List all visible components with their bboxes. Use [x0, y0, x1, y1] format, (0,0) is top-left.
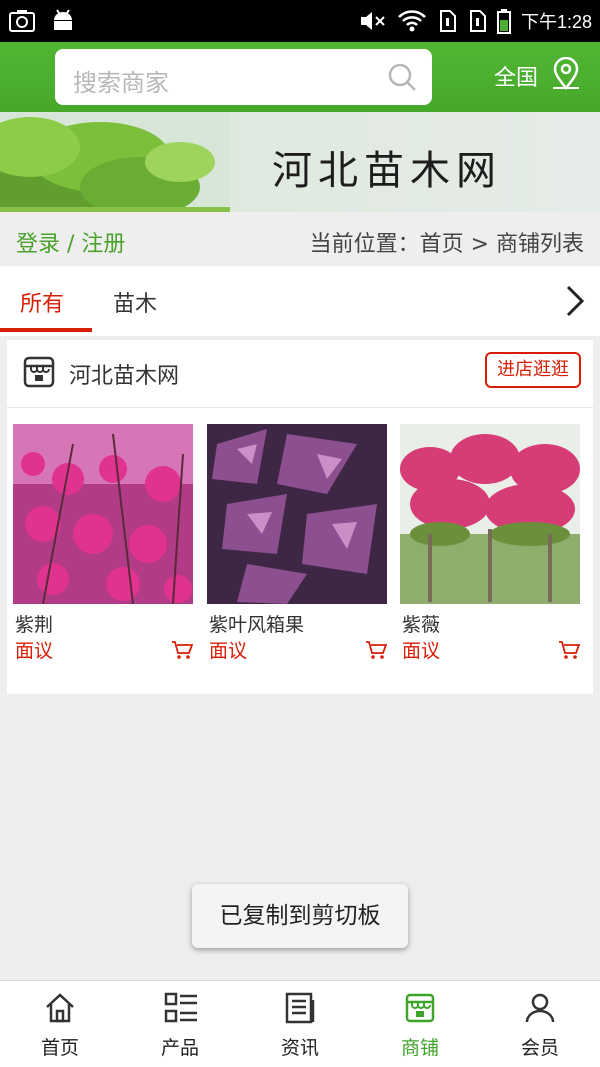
sim1-icon — [439, 10, 456, 32]
add-to-cart-icon[interactable] — [558, 640, 580, 660]
add-to-cart-icon[interactable] — [365, 640, 387, 660]
home-icon — [46, 993, 74, 1023]
nav-member[interactable]: 会员 — [480, 981, 600, 1067]
top-header: 搜索商家 全国 — [0, 42, 600, 112]
nav-shops[interactable]: 商铺 — [360, 981, 480, 1067]
list-icon — [164, 992, 197, 1023]
tab-all[interactable]: 所有 — [20, 286, 64, 318]
product-image[interactable] — [13, 424, 193, 605]
product-item[interactable]: 紫荆 面议 — [13, 424, 193, 662]
search-placeholder: 搜索商家 — [73, 69, 169, 97]
shop-name[interactable]: 河北苗木网 — [69, 358, 179, 390]
product-name[interactable]: 紫荆 — [15, 610, 53, 637]
news-icon — [285, 992, 315, 1024]
search-input[interactable]: 搜索商家 — [55, 49, 432, 105]
active-tab-indicator — [0, 328, 92, 332]
tab-seedlings[interactable]: 苗木 — [113, 286, 157, 318]
sim2-icon — [469, 10, 486, 32]
product-image[interactable] — [207, 424, 387, 604]
nav-news-label: 资讯 — [280, 1037, 319, 1059]
enter-shop-button[interactable]: 进店逛逛 — [485, 352, 581, 388]
category-tabs: 所有 苗木 — [0, 266, 600, 336]
product-image[interactable] — [400, 424, 580, 604]
product-item[interactable]: 紫叶风箱果 面议 — [207, 424, 387, 662]
nav-home[interactable]: 首页 — [0, 981, 120, 1067]
search-icon[interactable] — [386, 61, 418, 93]
chevron-right-icon[interactable] — [562, 284, 588, 318]
nav-home-label: 首页 — [40, 1037, 79, 1059]
android-icon — [54, 9, 72, 30]
banner: 河北苗木网 — [0, 112, 600, 212]
shop-header: 河北苗木网 进店逛逛 — [7, 340, 593, 408]
location-icon[interactable] — [551, 57, 581, 91]
login-register-link[interactable]: 登录 / 注册 — [16, 226, 125, 258]
product-item[interactable]: 紫薇 面议 — [400, 424, 580, 662]
bottom-nav: 首页 产品 资讯 商铺 会员 — [0, 980, 600, 1067]
nav-news[interactable]: 资讯 — [240, 981, 360, 1067]
toast-message: 已复制到剪切板 — [192, 884, 408, 948]
mute-icon — [360, 12, 385, 30]
nav-products-label: 产品 — [160, 1037, 199, 1059]
nav-products[interactable]: 产品 — [120, 981, 240, 1067]
battery-icon — [496, 9, 511, 34]
wifi-icon — [398, 10, 426, 32]
shop-card: 河北苗木网 进店逛逛 紫荆 面议 紫叶风箱果 面议 紫薇 面议 — [7, 340, 593, 694]
breadcrumb-row: 登录 / 注册 当前位置：首页 > 商铺列表 — [0, 212, 600, 266]
tree-banner-image — [0, 112, 230, 212]
product-name[interactable]: 紫叶风箱果 — [209, 610, 304, 637]
user-icon — [525, 993, 555, 1023]
product-price: 面议 — [15, 640, 54, 662]
breadcrumb: 当前位置：首页 > 商铺列表 — [309, 232, 584, 257]
status-bar: 下午1:28 — [0, 0, 600, 42]
product-name[interactable]: 紫薇 — [402, 610, 440, 637]
store-icon — [23, 356, 55, 388]
region-selector[interactable]: 全国 — [494, 60, 538, 92]
status-time: 下午1:28 — [520, 12, 592, 32]
product-price: 面议 — [402, 640, 441, 662]
banner-title: 河北苗木网 — [272, 148, 502, 194]
nav-shops-label: 商铺 — [400, 1037, 439, 1059]
screenshot-icon — [9, 10, 35, 32]
product-price: 面议 — [209, 640, 248, 662]
shop-icon — [405, 993, 435, 1023]
add-to-cart-icon[interactable] — [171, 640, 193, 660]
nav-member-label: 会员 — [520, 1037, 559, 1059]
